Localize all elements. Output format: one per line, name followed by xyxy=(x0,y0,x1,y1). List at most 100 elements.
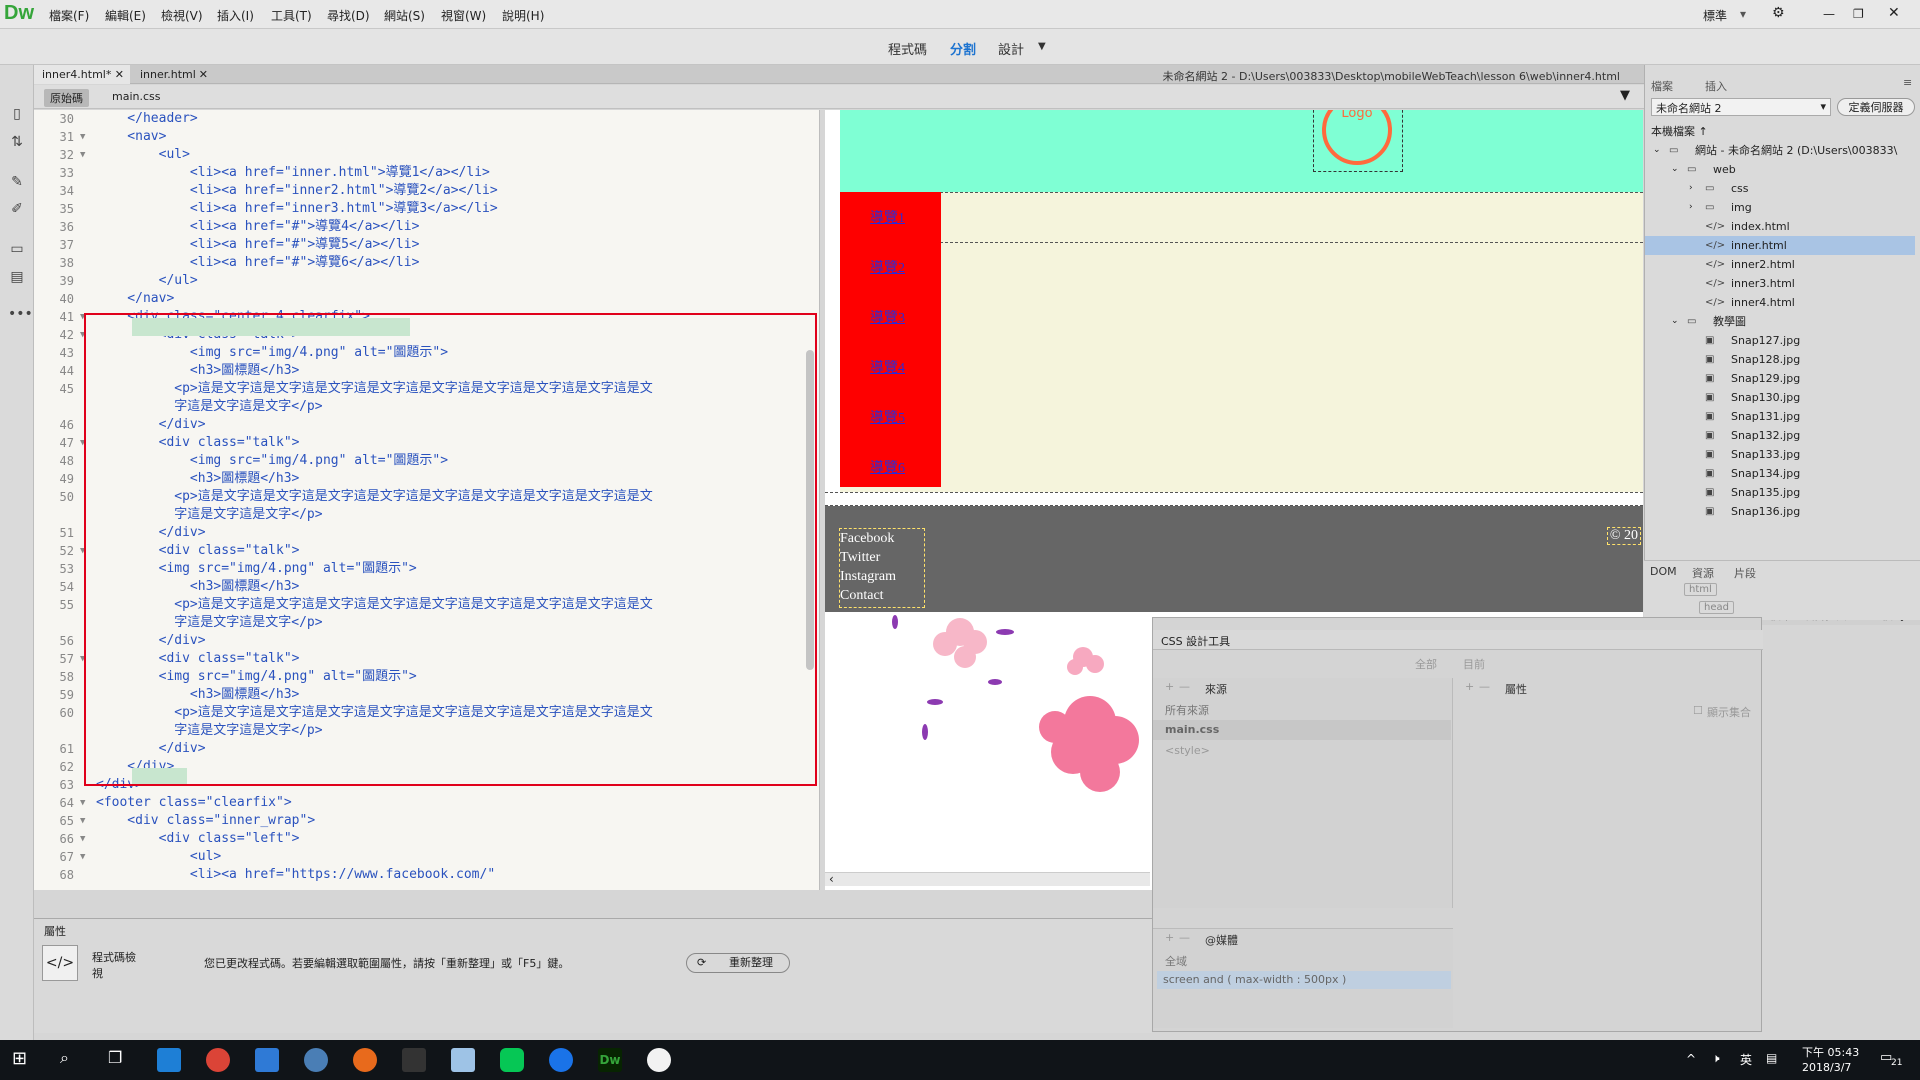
brush-icon[interactable]: ✐ xyxy=(8,200,26,218)
code-view-icon[interactable]: </> xyxy=(42,945,78,981)
expand-chevron-icon[interactable]: ⌄ xyxy=(1671,312,1679,331)
code-view-button[interactable]: 程式碼 xyxy=(888,39,927,58)
file-tree-item[interactable]: ▣ Snap134.jpg xyxy=(1645,464,1915,483)
style-source-item[interactable]: <style> xyxy=(1165,744,1210,757)
tray-chevron-icon[interactable]: ^ xyxy=(1686,1052,1696,1066)
ime-indicator[interactable]: 英 xyxy=(1740,1051,1752,1068)
maps-icon[interactable] xyxy=(549,1048,573,1072)
notepad-icon[interactable] xyxy=(451,1048,475,1072)
code-scrollbar[interactable] xyxy=(806,350,814,670)
file-tree-item[interactable]: ⌄ ▭ web xyxy=(1645,160,1915,179)
main-css-button[interactable]: main.css xyxy=(106,89,167,104)
code-line[interactable]: 32 ▼ <ul> xyxy=(34,146,819,164)
fold-toggle-icon[interactable]: ▼ xyxy=(80,848,85,866)
mode-current-button[interactable]: 目前 xyxy=(1463,656,1485,672)
refresh-button[interactable]: ⟳ 重新整理 xyxy=(686,953,790,973)
chrome-icon[interactable] xyxy=(206,1048,230,1072)
code-line[interactable]: 36 <li><a href="#">導覽4</a></li> xyxy=(34,218,819,236)
minimize-icon[interactable]: — xyxy=(1823,7,1835,21)
file-tree-item[interactable]: </> inner4.html xyxy=(1645,293,1915,312)
fold-toggle-icon[interactable]: ▼ xyxy=(80,128,85,146)
fold-toggle-icon[interactable]: ▼ xyxy=(80,794,85,812)
expand-chevron-icon[interactable]: ⌄ xyxy=(1671,160,1679,179)
close-icon[interactable]: ✕ xyxy=(1888,5,1900,21)
code-line[interactable]: 35 <li><a href="inner3.html">導覽3</a></li… xyxy=(34,200,819,218)
code-line[interactable]: 64 ▼ <footer class="clearfix"> xyxy=(34,794,819,812)
tab-dom[interactable]: DOM xyxy=(1650,565,1677,578)
line-icon[interactable] xyxy=(500,1048,524,1072)
nav-link-6[interactable]: 導覽6 xyxy=(870,457,930,477)
gear-icon[interactable]: ⚙ xyxy=(1772,5,1785,21)
nav-link-4[interactable]: 導覽4 xyxy=(870,357,930,377)
remove-media-icon[interactable]: — xyxy=(1179,931,1190,944)
code-line[interactable]: 68 <li><a href="https://www.facebook.com… xyxy=(34,866,819,884)
workspace-layout[interactable]: 標準 xyxy=(1703,7,1727,24)
nav-link-2[interactable]: 導覽2 xyxy=(870,257,930,277)
clock-date[interactable]: 2018/3/7 xyxy=(1802,1061,1851,1074)
file-icon[interactable]: ▯ xyxy=(8,105,26,123)
code-line[interactable]: 33 <li><a href="inner.html">導覽1</a></li> xyxy=(34,164,819,182)
dom-node-html[interactable]: html xyxy=(1684,583,1717,596)
file-tree-item[interactable]: </> inner2.html xyxy=(1645,255,1915,274)
define-server-button[interactable]: 定義伺服器 xyxy=(1837,98,1915,116)
file-tree-item[interactable]: ▣ Snap135.jpg xyxy=(1645,483,1915,502)
code-line[interactable]: 67 ▼ <ul> xyxy=(34,848,819,866)
mode-all-button[interactable]: 全部 xyxy=(1415,656,1437,672)
file-tree-item[interactable]: ▣ Snap128.jpg xyxy=(1645,350,1915,369)
code-line[interactable]: 30 </header> xyxy=(34,110,819,128)
source-item-selected[interactable]: main.css xyxy=(1153,720,1451,740)
menu-file[interactable]: 檔案(F) xyxy=(49,7,89,24)
filter-icon[interactable]: ▼ xyxy=(1614,87,1636,104)
tab-snippets[interactable]: 片段 xyxy=(1734,565,1756,581)
nav-link-1[interactable]: 導覽1 xyxy=(870,207,930,227)
nav-link-3[interactable]: 導覽3 xyxy=(870,307,930,327)
dreamweaver-taskbar-icon[interactable]: Dw xyxy=(598,1048,622,1072)
file-tree-item[interactable]: › ▭ css xyxy=(1645,179,1915,198)
fold-toggle-icon[interactable]: ▼ xyxy=(80,146,85,164)
expand-chevron-icon[interactable]: ⌄ xyxy=(1653,141,1661,160)
workspace-chevron-icon[interactable]: ▾ xyxy=(1740,7,1746,21)
file-tree-item[interactable]: ▣ Snap127.jpg xyxy=(1645,331,1915,350)
menu-window[interactable]: 視窗(W) xyxy=(441,7,486,24)
view-dropdown-icon[interactable]: ▼ xyxy=(1038,41,1046,52)
code-line[interactable]: 38 <li><a href="#">導覽6</a></li> xyxy=(34,254,819,272)
file-tree-item[interactable]: › ▭ img xyxy=(1645,198,1915,217)
source-code-button[interactable]: 原始碼 xyxy=(44,89,89,107)
menu-find[interactable]: 尋找(D) xyxy=(327,7,370,24)
tab-insert[interactable]: 插入 xyxy=(1705,78,1727,94)
code-line[interactable]: 34 <li><a href="inner2.html">導覽2</a></li… xyxy=(34,182,819,200)
tab-inner[interactable]: inner.html ✕ xyxy=(132,65,214,84)
menu-help[interactable]: 說明(H) xyxy=(502,7,544,24)
search-icon[interactable]: ⌕ xyxy=(60,1048,84,1072)
dom-node-head[interactable]: head xyxy=(1699,601,1734,614)
tab-inner4[interactable]: inner4.html* ✕ xyxy=(34,65,130,84)
menu-edit[interactable]: 編輯(E) xyxy=(105,7,146,24)
instagram-link[interactable]: Instagram xyxy=(840,569,896,585)
all-sources-item[interactable]: 所有來源 xyxy=(1165,702,1209,718)
windows-start-icon[interactable]: ⊞ xyxy=(12,1048,36,1072)
code-line[interactable]: 65 ▼ <div class="inner_wrap"> xyxy=(34,812,819,830)
menu-site[interactable]: 網站(S) xyxy=(384,7,425,24)
format-icon[interactable]: ▤ xyxy=(8,268,26,286)
menu-insert[interactable]: 插入(I) xyxy=(217,7,254,24)
media-query-item[interactable]: screen and ( max-width : 500px ) xyxy=(1157,971,1451,989)
terminal-icon[interactable] xyxy=(402,1048,426,1072)
task-view-icon[interactable]: ❐ xyxy=(108,1048,132,1072)
tab-files[interactable]: 檔案 xyxy=(1651,78,1673,94)
expand-chevron-icon[interactable]: › xyxy=(1689,179,1693,198)
file-tree-item[interactable]: </> inner3.html xyxy=(1645,274,1915,293)
file-tree-item[interactable]: </> index.html xyxy=(1645,217,1915,236)
network-app-icon[interactable] xyxy=(304,1048,328,1072)
volume-icon[interactable]: 🕨 xyxy=(1712,1051,1720,1066)
close-icon[interactable]: ✕ xyxy=(199,68,208,81)
file-tree-item[interactable]: ⌄ ▭ 網站 - 未命名網站 2 (D:\Users\003833\ xyxy=(1645,141,1915,160)
code-line[interactable]: 31 ▼ <nav> xyxy=(34,128,819,146)
file-tree-item[interactable]: ⌄ ▭ 教學圖 xyxy=(1645,312,1915,331)
fold-toggle-icon[interactable]: ▼ xyxy=(80,830,85,848)
fold-toggle-icon[interactable]: ▼ xyxy=(80,812,85,830)
add-source-icon[interactable]: + xyxy=(1165,680,1174,693)
code-line[interactable]: 39 </ul> xyxy=(34,272,819,290)
remove-property-icon[interactable]: — xyxy=(1479,680,1490,693)
file-tree-item[interactable]: </> inner.html xyxy=(1645,236,1915,255)
code-line[interactable]: 40 </nav> xyxy=(34,290,819,308)
